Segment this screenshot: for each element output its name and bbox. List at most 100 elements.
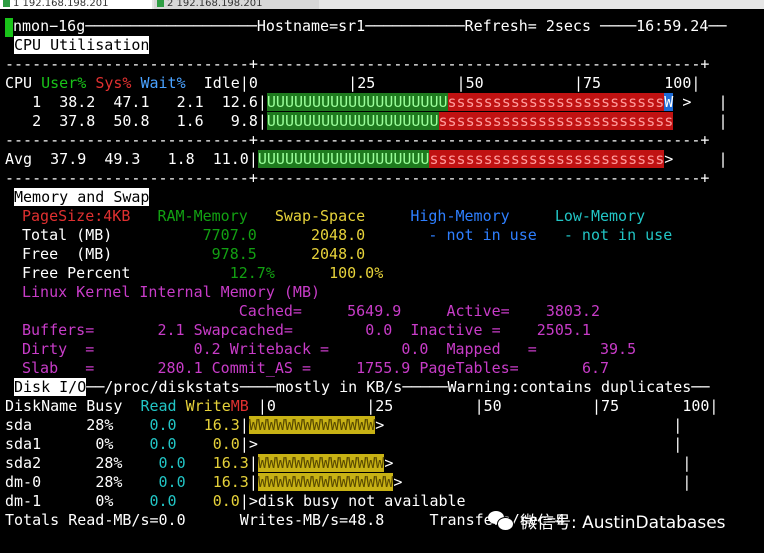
kernel-slab-row: Slab = 280.1 Commit_AS = 1755.9 PageTabl… xyxy=(22,359,609,378)
total-ram: 7707.0 xyxy=(202,226,257,244)
free-percent-swap: 100.0% xyxy=(329,264,384,282)
cpu-separator-mid: ---------------------------+------------… xyxy=(5,131,710,149)
cpu-wait-bar: W xyxy=(664,93,674,111)
cpu-user-bar: UUUUUUUUUUUUUUUUUUU xyxy=(266,112,439,130)
cpu-bar-tail: > | xyxy=(664,150,728,168)
tab-session-1[interactable]: 1 192.168.198.201 xyxy=(0,0,152,9)
disk-read: 0.0 xyxy=(158,454,186,472)
active-label: Active= xyxy=(446,302,510,320)
cpu-sys: 47.1 xyxy=(113,93,150,111)
disk-name: sda1 xyxy=(5,435,42,453)
cpu-col-wait: Wait% xyxy=(140,74,186,92)
terminal-cursor xyxy=(5,18,13,37)
disk-bar-tail: > | xyxy=(384,454,692,472)
terminal-icon xyxy=(157,0,164,7)
disk-read: 0.0 xyxy=(158,473,186,491)
cpu-avg-idle: 11.0 xyxy=(212,150,249,168)
disk-section-header: Disk I/O──/proc/diskstats────mostly in K… xyxy=(14,378,709,397)
high-memory-status: - not in use xyxy=(428,226,537,244)
cpu-id: 2 xyxy=(23,112,42,130)
cpu-avg-wait: 1.8 xyxy=(167,150,195,168)
cpu-wait: 1.6 xyxy=(176,112,204,130)
disk-busy-bar: WWWWWWWWWWWWWW xyxy=(257,454,385,472)
disk-row: sda1 0% 0.0 0.0|> | xyxy=(5,435,683,453)
memory-header-row: PageSize:4KB RAM-Memory Swap-Space High-… xyxy=(22,207,645,226)
disk-read: 0.0 xyxy=(149,492,177,510)
disk-busy: 28% xyxy=(95,454,123,472)
inactive-value: 2505.1 xyxy=(536,321,591,339)
cpu-section-title: CPU Utilisation xyxy=(14,36,150,54)
disk-bar-tail: > | xyxy=(393,473,692,491)
swapcached-value: 0.0 xyxy=(365,321,393,339)
disk-name: dm-1 xyxy=(5,492,42,510)
kernel-memory-title: Linux Kernel Internal Memory (MB) xyxy=(22,283,321,301)
dirty-value: 0.2 xyxy=(193,340,221,358)
disk-busy: 28% xyxy=(95,473,123,491)
swap-space-label: Swap-Space xyxy=(274,207,366,225)
slab-label: Slab = xyxy=(22,359,95,377)
disk-column-headers: DiskName Busy Read WriteMB |0 |25 |50 |7… xyxy=(5,397,718,416)
cpu-sys-bar: ssssssssssssssssssssssss xyxy=(447,93,665,111)
disk-read: 0.0 xyxy=(149,435,177,453)
disk-col-write: Write xyxy=(185,397,231,415)
cpu-section-header: CPU Utilisation xyxy=(14,36,150,55)
disk-name: dm-0 xyxy=(5,473,42,491)
disk-row: dm-0 28% 0.0 16.3|WWWWWWWWWWWWWWW> | xyxy=(5,473,692,491)
cpu-avg-user-bar: UUUUUUUUUUUUUUUUUUU xyxy=(257,150,430,168)
high-memory-label: High-Memory xyxy=(410,207,510,225)
pagesize-label: PageSize:4KB xyxy=(22,207,131,225)
disk-read: 0.0 xyxy=(149,416,177,434)
cpu-separator-top: ---------------------------+------------… xyxy=(5,55,710,73)
disk-bar-tail: > | xyxy=(248,435,683,453)
cpu-avg-sys: 49.3 xyxy=(104,150,141,168)
terminal-window[interactable]: nmon−16g───────────────────Hostname=sr1─… xyxy=(0,9,764,553)
tab-strip: 1 192.168.198.201 2 192.168.198.201 xyxy=(0,0,764,9)
mapped-label: Mapped = xyxy=(446,340,537,358)
disk-row: sda2 28% 0.0 16.3|WWWWWWWWWWWWWW> | xyxy=(5,454,692,472)
cpu-col-sys: Sys% xyxy=(95,74,132,92)
kernel-dirty-row: Dirty = 0.2 Writeback = 0.0 Mapped = 39.… xyxy=(22,340,636,359)
inactive-label: Inactive = xyxy=(410,321,501,339)
total-label: Total (MB) xyxy=(22,226,113,244)
cpu-col-user: User% xyxy=(41,74,87,92)
cpu-col-cpu: CPU xyxy=(5,74,42,92)
cpu-col-idle: Idle xyxy=(203,74,240,92)
wechat-icon xyxy=(488,509,514,531)
kernel-buffers-row: Buffers= 2.1 Swapcached= 0.0 Inactive = … xyxy=(22,321,591,340)
swapcached-label: Swapcached= xyxy=(193,321,293,339)
free-ram: 978.5 xyxy=(211,245,257,263)
cpu-user: 37.8 xyxy=(59,112,96,130)
cpu-avg-user: 37.9 xyxy=(50,150,87,168)
disk-busy: 0% xyxy=(95,435,114,453)
tab-label: 2 192.168.198.201 xyxy=(167,0,263,9)
disk-write: 0.0 xyxy=(212,435,240,453)
disk-col-read: Read xyxy=(140,397,177,415)
disk-totals-row: Totals Read-MB/s=0.0 Writes-MB/s=48.8 Tr… xyxy=(5,511,565,529)
cached-value: 5649.9 xyxy=(347,302,402,320)
disk-bar-tail: >disk busy not available xyxy=(248,492,466,510)
disk-busy: 28% xyxy=(86,416,114,434)
cpu-row: 1 38.2 47.1 2.1 12.6|UUUUUUUUUUUUUUUUUUU… xyxy=(23,93,728,111)
tab-label: 1 192.168.198.201 xyxy=(13,0,109,9)
cpu-separator-bottom: ---------------------------+------------… xyxy=(5,169,710,187)
cpu-avg-row: Avg 37.9 49.3 1.8 11.0|UUUUUUUUUUUUUUUUU… xyxy=(5,150,728,168)
cpu-wait: 2.1 xyxy=(176,93,204,111)
disk-write: 16.3 xyxy=(203,416,240,434)
disk-bar-tail: > | xyxy=(375,416,683,434)
ram-memory-label: RAM-Memory xyxy=(157,207,248,225)
total-swap: 2048.0 xyxy=(311,226,366,244)
tab-session-2[interactable]: 2 192.168.198.201 xyxy=(154,0,319,9)
cpu-column-headers: CPU User% Sys% Wait% Idle|0 |25 |50 |75 … xyxy=(5,74,700,93)
writeback-value: 0.0 xyxy=(401,340,429,358)
disk-row: dm-1 0% 0.0 0.0|>disk busy not available xyxy=(5,492,466,510)
disk-section-title: Disk I/O xyxy=(14,378,87,396)
free-percent-label: Free Percent xyxy=(22,264,131,282)
low-memory-status: - not in use xyxy=(563,226,673,244)
free-swap: 2048.0 xyxy=(311,245,366,263)
kernel-cached-row: Cached= 5649.9 Active= 3803.2 xyxy=(22,302,600,321)
cpu-scale: |0 |25 |50 |75 100| xyxy=(239,74,701,92)
disk-scale: |0 |25 |50 |75 100| xyxy=(257,397,719,415)
cpu-sys: 50.8 xyxy=(113,112,150,130)
disk-col-busy: Busy xyxy=(86,397,123,415)
terminal-icon xyxy=(3,0,10,7)
